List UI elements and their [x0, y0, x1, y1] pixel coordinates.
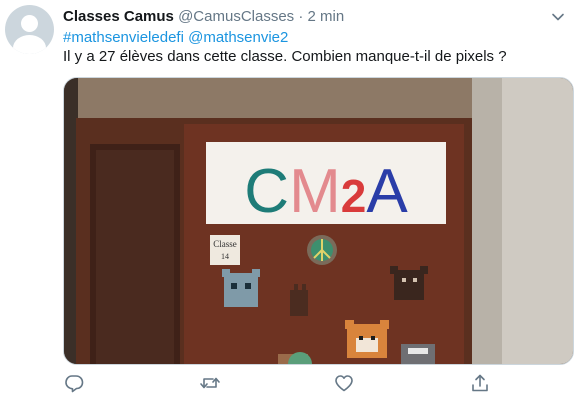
reply-icon[interactable]	[63, 372, 85, 394]
tweet-body: Il y a 27 élèves dans cette classe. Comb…	[63, 48, 507, 65]
ceiling	[78, 78, 478, 122]
right-wall-shadow	[472, 78, 502, 364]
avatar[interactable]	[5, 5, 54, 54]
fox-face	[356, 338, 378, 352]
tweet-header: Classes Camus @CamusClasses · 2 min	[63, 7, 344, 27]
author-handle[interactable]: @CamusClasses	[178, 8, 294, 25]
retweet-icon[interactable]	[199, 372, 221, 394]
fox-eye-left	[359, 336, 363, 340]
small-animal-art	[290, 290, 308, 316]
heart-icon[interactable]	[333, 372, 355, 394]
fox-ear-left	[345, 320, 354, 329]
small-animal-ear-right	[302, 284, 306, 292]
bear-eye-right	[413, 278, 417, 282]
tweet-actions	[63, 372, 493, 394]
door-sign-label: Classe	[213, 239, 237, 249]
fox-eye-right	[371, 336, 375, 340]
bear-pixel-art	[394, 270, 424, 300]
raccoon-mask	[408, 348, 428, 354]
left-wall-edge	[64, 78, 78, 364]
bear-ear-left	[390, 266, 398, 274]
tweet-text: #mathsenvieledefi @mathsenvie2 Il y a 27…	[63, 28, 568, 66]
cat-pixel-art	[224, 273, 258, 307]
hashtag-link[interactable]: #mathsenvieledefi	[63, 29, 184, 46]
cat-ear-left	[222, 269, 230, 277]
cat-eye-right	[245, 283, 251, 289]
side-panel-inner	[96, 150, 174, 364]
share-icon[interactable]	[469, 372, 491, 394]
tweet-tags-line: #mathsenvieledefi @mathsenvie2	[63, 28, 568, 47]
tweet-timestamp[interactable]: 2 min	[308, 8, 345, 25]
bear-ear-right	[420, 266, 428, 274]
small-animal-ear-left	[294, 284, 298, 292]
fox-ear-right	[380, 320, 389, 329]
bear-eye-left	[402, 278, 406, 282]
tweet-photo[interactable]: CM2A Classe 14	[63, 77, 574, 365]
avatar-head	[21, 15, 38, 32]
author-name[interactable]: Classes Camus	[63, 8, 174, 25]
banner-letter-2: 2	[341, 170, 367, 222]
cat-eye-left	[231, 283, 237, 289]
banner-letter-c: C	[244, 157, 289, 226]
banner-letter-m: M	[289, 157, 341, 226]
avatar-shoulders	[13, 35, 46, 54]
banner-letter-a: A	[366, 157, 408, 226]
tweet[interactable]: Classes Camus @CamusClasses · 2 min #mat…	[0, 0, 579, 403]
banner-text: CM2A	[244, 157, 408, 226]
door-sign-number: 14	[221, 252, 229, 261]
cat-ear-right	[252, 269, 260, 277]
classroom-door-photo: CM2A Classe 14	[64, 78, 573, 364]
mention-link[interactable]: @mathsenvie2	[188, 29, 288, 46]
separator-dot: ·	[298, 8, 304, 25]
chevron-down-icon[interactable]	[551, 10, 565, 24]
